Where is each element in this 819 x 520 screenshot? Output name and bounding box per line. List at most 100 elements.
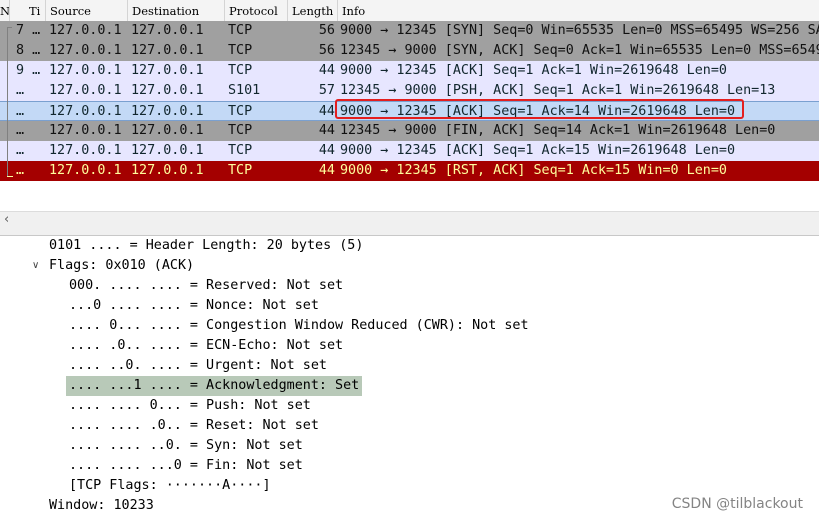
packet-length: 44 bbox=[318, 163, 335, 178]
column-time[interactable]: Ti bbox=[10, 0, 46, 21]
detail-text: 000. .... .... = Reserved: Not set bbox=[69, 278, 344, 293]
packet-destination: 127.0.0.1 bbox=[131, 163, 204, 178]
packet-protocol: TCP bbox=[228, 123, 253, 138]
packet-info: 12345 → 9000 [PSH, ACK] Seq=1 Ack=1 Win=… bbox=[340, 83, 776, 98]
packet-protocol: TCP bbox=[228, 163, 253, 178]
packet-destination: 127.0.0.1 bbox=[131, 23, 204, 38]
packet-no: 8 … bbox=[16, 43, 41, 58]
detail-line[interactable]: 000. .... .... = Reserved: Not set bbox=[0, 276, 819, 296]
column-protocol[interactable]: Protocol bbox=[225, 0, 288, 21]
packet-list: No Ti Source Destination Protocol Length… bbox=[0, 0, 819, 212]
packet-info: 9000 → 12345 [RST, ACK] Seq=1 Ack=15 Win… bbox=[340, 163, 727, 178]
highlight-annotation-box bbox=[335, 99, 744, 119]
packet-info: 9000 → 12345 [ACK] Seq=1 Ack=1 Win=26196… bbox=[340, 63, 727, 78]
detail-text: Flags: 0x010 (ACK) bbox=[49, 258, 195, 273]
packet-row[interactable]: … 127.0.0.1 127.0.0.1 S101 57 12345 → 90… bbox=[0, 81, 819, 101]
packet-info: 9000 → 12345 [SYN] Seq=0 Win=65535 Len=0… bbox=[340, 23, 819, 38]
detail-line[interactable]: 0101 .... = Header Length: 20 bytes (5) bbox=[0, 236, 819, 256]
conversation-bracket bbox=[7, 176, 13, 177]
packet-no: … bbox=[16, 123, 25, 138]
packet-no: … bbox=[16, 143, 25, 158]
packet-protocol: TCP bbox=[228, 63, 253, 78]
packet-destination: 127.0.0.1 bbox=[131, 123, 204, 138]
packet-length: 56 bbox=[318, 23, 335, 38]
detail-text: [TCP Flags: ·······A····] bbox=[69, 478, 271, 493]
packet-destination: 127.0.0.1 bbox=[131, 143, 204, 158]
detail-line[interactable]: .... .... ...0 = Fin: Not set bbox=[0, 456, 819, 476]
packet-protocol: TCP bbox=[228, 104, 253, 119]
packet-source: 127.0.0.1 bbox=[49, 23, 122, 38]
packet-destination: 127.0.0.1 bbox=[131, 104, 204, 119]
detail-line[interactable]: .... .0.. .... = ECN-Echo: Not set bbox=[0, 336, 819, 356]
packet-info: 12345 → 9000 [SYN, ACK] Seq=0 Ack=1 Win=… bbox=[340, 43, 819, 58]
column-info[interactable]: Info bbox=[338, 0, 819, 21]
packet-destination: 127.0.0.1 bbox=[131, 83, 204, 98]
packet-length: 44 bbox=[318, 123, 335, 138]
packet-no: … bbox=[16, 163, 25, 178]
packet-destination: 127.0.0.1 bbox=[131, 43, 204, 58]
packet-row[interactable]: … 127.0.0.1 127.0.0.1 TCP 44 9000 → 1234… bbox=[0, 161, 819, 181]
packet-list-hscrollbar[interactable]: ‹ bbox=[0, 211, 819, 230]
pane-splitter[interactable] bbox=[0, 229, 819, 236]
chevron-down-icon[interactable]: ∨ bbox=[32, 256, 39, 276]
packet-length: 57 bbox=[318, 83, 335, 98]
detail-line-selected[interactable]: .... ...1 .... = Acknowledgment: Set bbox=[66, 376, 362, 396]
packet-source: 127.0.0.1 bbox=[49, 43, 122, 58]
watermark: CSDN @tilblackout bbox=[671, 496, 803, 512]
detail-text: ...0 .... .... = Nonce: Not set bbox=[69, 298, 319, 313]
packet-source: 127.0.0.1 bbox=[49, 104, 122, 119]
packet-destination: 127.0.0.1 bbox=[131, 63, 204, 78]
packet-row[interactable]: 9 … 127.0.0.1 127.0.0.1 TCP 44 9000 → 12… bbox=[0, 61, 819, 81]
packet-no: … bbox=[16, 104, 25, 119]
conversation-bracket bbox=[7, 27, 12, 28]
packet-info: 12345 → 9000 [FIN, ACK] Seq=14 Ack=1 Win… bbox=[340, 123, 776, 138]
packet-no: … bbox=[16, 83, 25, 98]
detail-line[interactable]: .... ..0. .... = Urgent: Not set bbox=[0, 356, 819, 376]
packet-row[interactable]: 7 … 127.0.0.1 127.0.0.1 TCP 56 9000 → 12… bbox=[0, 21, 819, 41]
detail-text: .... 0... .... = Congestion Window Reduc… bbox=[69, 318, 529, 333]
packet-info: 9000 → 12345 [ACK] Seq=1 Ack=15 Win=2619… bbox=[340, 143, 736, 158]
detail-line[interactable]: .... .... ..0. = Syn: Not set bbox=[0, 436, 819, 456]
packet-length: 56 bbox=[318, 43, 335, 58]
detail-text: .... ..0. .... = Urgent: Not set bbox=[69, 358, 327, 373]
detail-text: Window: 10233 bbox=[49, 498, 154, 513]
packet-protocol: S101 bbox=[228, 83, 261, 98]
column-no[interactable]: No bbox=[0, 0, 10, 21]
detail-text: .... .0.. .... = ECN-Echo: Not set bbox=[69, 338, 344, 353]
detail-line[interactable]: .... .... 0... = Push: Not set bbox=[0, 396, 819, 416]
packet-source: 127.0.0.1 bbox=[49, 143, 122, 158]
packet-length: 44 bbox=[318, 143, 335, 158]
conversation-bracket bbox=[7, 27, 8, 177]
packet-source: 127.0.0.1 bbox=[49, 163, 122, 178]
packet-no: 9 … bbox=[16, 63, 41, 78]
packet-protocol: TCP bbox=[228, 23, 253, 38]
column-length[interactable]: Length bbox=[288, 0, 338, 21]
packet-length: 44 bbox=[318, 104, 335, 119]
packet-length: 44 bbox=[318, 63, 335, 78]
column-header-bar: No Ti Source Destination Protocol Length… bbox=[0, 0, 819, 22]
packet-row[interactable]: … 127.0.0.1 127.0.0.1 TCP 44 9000 → 1234… bbox=[0, 141, 819, 161]
packet-no: 7 … bbox=[16, 23, 41, 38]
detail-line[interactable]: ...0 .... .... = Nonce: Not set bbox=[0, 296, 819, 316]
detail-text: .... .... ...0 = Fin: Not set bbox=[69, 458, 303, 473]
detail-line[interactable]: [TCP Flags: ·······A····] bbox=[0, 476, 819, 496]
detail-text: .... .... ..0. = Syn: Not set bbox=[69, 438, 303, 453]
column-source[interactable]: Source bbox=[46, 0, 128, 21]
packet-row[interactable]: 8 … 127.0.0.1 127.0.0.1 TCP 56 12345 → 9… bbox=[0, 41, 819, 61]
detail-text: .... .... .0.. = Reset: Not set bbox=[69, 418, 319, 433]
packet-source: 127.0.0.1 bbox=[49, 63, 122, 78]
detail-line[interactable]: .... .... .0.. = Reset: Not set bbox=[0, 416, 819, 436]
packet-protocol: TCP bbox=[228, 43, 253, 58]
detail-text: .... ...1 .... = Acknowledgment: Set bbox=[69, 378, 360, 393]
packet-row[interactable]: … 127.0.0.1 127.0.0.1 TCP 44 12345 → 900… bbox=[0, 121, 819, 141]
packet-source: 127.0.0.1 bbox=[49, 83, 122, 98]
detail-line-flags[interactable]: ∨ Flags: 0x010 (ACK) bbox=[0, 256, 819, 276]
detail-text: .... .... 0... = Push: Not set bbox=[69, 398, 311, 413]
packet-protocol: TCP bbox=[228, 143, 253, 158]
detail-line[interactable]: .... 0... .... = Congestion Window Reduc… bbox=[0, 316, 819, 336]
column-destination[interactable]: Destination bbox=[128, 0, 225, 21]
scroll-left-arrow-icon[interactable]: ‹ bbox=[4, 212, 9, 228]
detail-text: 0101 .... = Header Length: 20 bytes (5) bbox=[49, 238, 364, 253]
packet-source: 127.0.0.1 bbox=[49, 123, 122, 138]
packet-details: 0101 .... = Header Length: 20 bytes (5) … bbox=[0, 236, 819, 520]
